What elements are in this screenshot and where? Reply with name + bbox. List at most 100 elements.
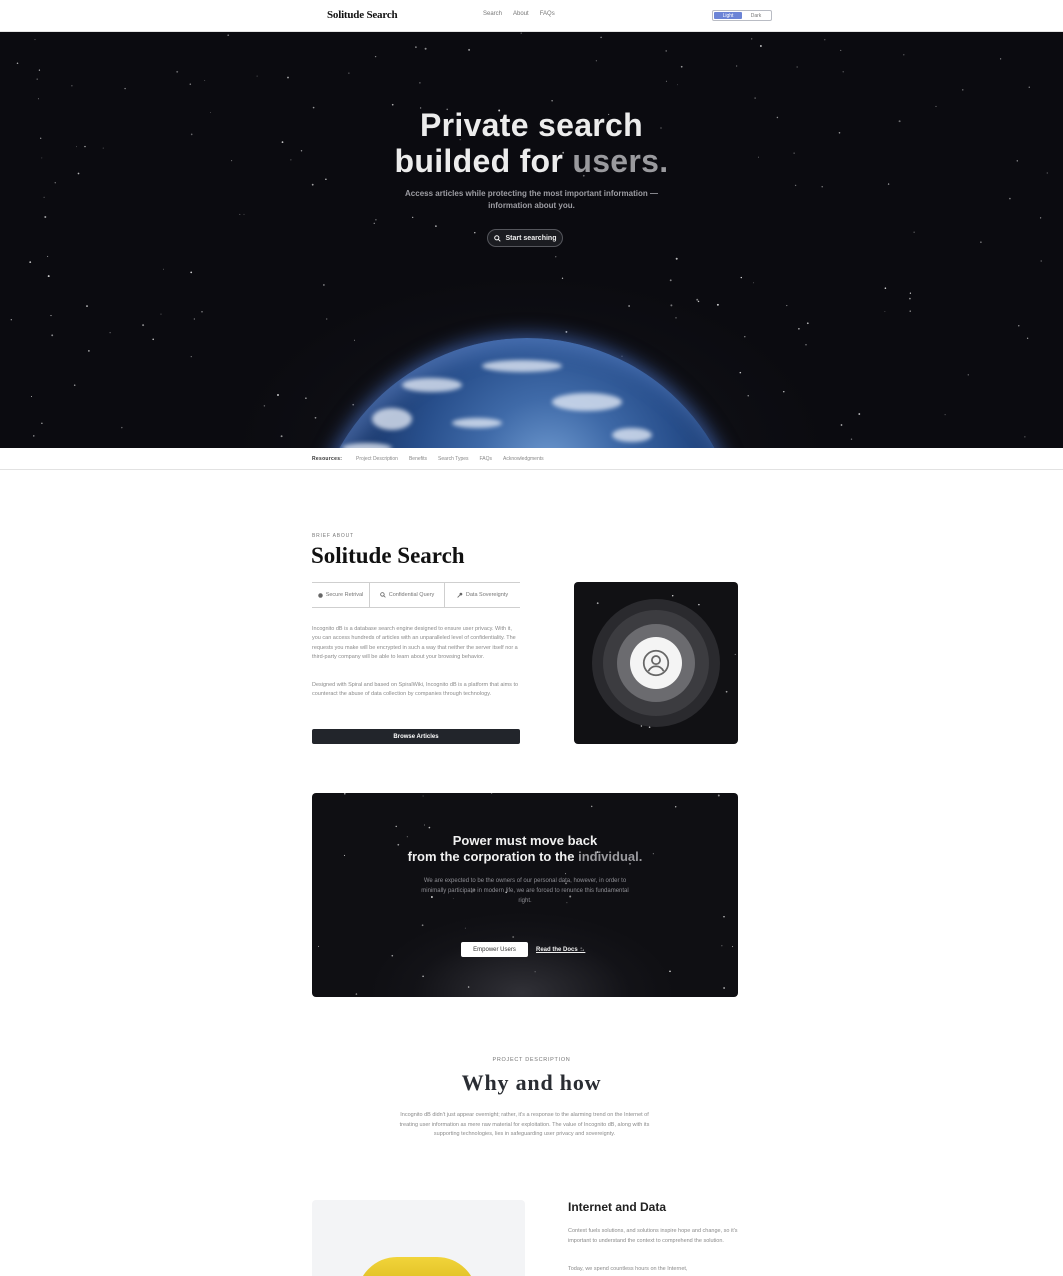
hero-title: Private search builded for users. <box>394 107 669 179</box>
star <box>374 55 377 58</box>
star <box>665 80 667 82</box>
star <box>887 183 890 185</box>
star <box>734 653 736 655</box>
tab-data-sovereignty[interactable]: Data Sovereignty <box>445 583 520 607</box>
star <box>51 334 54 337</box>
resource-link-search-types[interactable]: Search Types <box>438 456 468 462</box>
star <box>716 303 719 306</box>
star <box>190 271 193 274</box>
star <box>698 603 700 606</box>
star <box>428 826 431 829</box>
star <box>736 65 738 67</box>
star <box>565 873 567 875</box>
star <box>54 182 56 184</box>
star <box>669 970 671 973</box>
star <box>1026 337 1029 339</box>
start-searching-button[interactable]: Start searching <box>487 229 563 247</box>
star <box>36 78 38 80</box>
top-nav: Solitude Search Search About FAQs Light … <box>0 0 1063 32</box>
star <box>160 313 162 315</box>
resource-link-faqs[interactable]: FAQs <box>480 456 493 462</box>
star <box>395 825 397 828</box>
internet-image-card <box>312 1200 525 1276</box>
star <box>193 318 195 320</box>
search-icon <box>493 234 501 242</box>
star <box>723 987 725 989</box>
star <box>1009 197 1011 200</box>
browse-articles-button[interactable]: Browse Articles <box>312 729 520 744</box>
resources-bar: Resources: Project Description Benefits … <box>0 449 1063 470</box>
star <box>391 103 394 106</box>
star <box>944 414 946 416</box>
star <box>596 602 599 605</box>
star <box>842 71 844 73</box>
star <box>142 324 145 327</box>
star <box>840 49 842 51</box>
star <box>124 87 126 90</box>
power-title: Power must move back from the corporatio… <box>407 833 643 864</box>
star <box>227 34 230 37</box>
star <box>348 72 350 74</box>
star <box>551 100 553 102</box>
theme-light-button[interactable]: Light <box>714 12 742 19</box>
star <box>1028 86 1030 88</box>
nav-link-about[interactable]: About <box>513 11 529 17</box>
star <box>680 65 683 68</box>
star <box>415 46 417 48</box>
star <box>732 946 734 948</box>
star <box>909 297 911 300</box>
star <box>962 89 964 91</box>
star <box>671 595 674 597</box>
tab-secure-retrival[interactable]: Secure Retrival <box>312 583 370 607</box>
star <box>50 315 52 317</box>
resource-link-benefits[interactable]: Benefits <box>409 456 427 462</box>
star <box>109 332 111 334</box>
brand-logo[interactable]: Solitude Search <box>327 9 398 21</box>
star <box>595 60 597 62</box>
theme-dark-button[interactable]: Dark <box>742 12 770 19</box>
feature-tabs: Secure Retrival Confidential Query Data … <box>312 582 520 608</box>
star <box>424 47 427 50</box>
project-title: Why and how <box>461 1070 602 1095</box>
star <box>555 256 557 258</box>
star <box>717 794 720 797</box>
star <box>721 945 723 947</box>
star <box>373 222 375 224</box>
star <box>1018 325 1020 327</box>
star <box>435 225 437 228</box>
star <box>786 305 788 307</box>
star <box>41 422 43 424</box>
about-paragraph-1: Incognito dB is a database search engine… <box>312 626 518 661</box>
star <box>669 279 672 282</box>
star <box>287 76 289 79</box>
star <box>29 261 32 263</box>
star <box>490 793 493 794</box>
star <box>88 350 90 352</box>
star <box>424 824 425 826</box>
star <box>355 993 358 995</box>
star <box>419 82 421 84</box>
star <box>422 795 424 797</box>
resource-link-project-description[interactable]: Project Description <box>356 456 398 462</box>
project-kicker: PROJECT DESCRIPTION <box>492 1057 571 1063</box>
star <box>71 85 73 87</box>
internet-paragraph-1: Context fuels solutions, and solutions i… <box>568 1228 738 1244</box>
nav-link-search[interactable]: Search <box>483 11 502 17</box>
star <box>675 806 677 808</box>
star <box>665 50 668 52</box>
star <box>256 75 258 77</box>
star <box>759 45 762 47</box>
star <box>190 356 192 358</box>
star <box>30 395 33 398</box>
star <box>317 945 320 947</box>
resource-link-acknowledgments[interactable]: Acknowledgments <box>503 456 544 462</box>
star <box>44 216 47 218</box>
tab-confidential-query[interactable]: Confidential Query <box>370 583 445 607</box>
yellow-object-image <box>357 1257 477 1276</box>
star <box>412 216 414 219</box>
star <box>840 424 843 426</box>
nav-link-faqs[interactable]: FAQs <box>540 11 555 17</box>
read-docs-link[interactable]: Read the Docs → <box>536 942 585 957</box>
empower-users-button[interactable]: Empower Users <box>461 942 528 957</box>
star <box>162 268 164 270</box>
